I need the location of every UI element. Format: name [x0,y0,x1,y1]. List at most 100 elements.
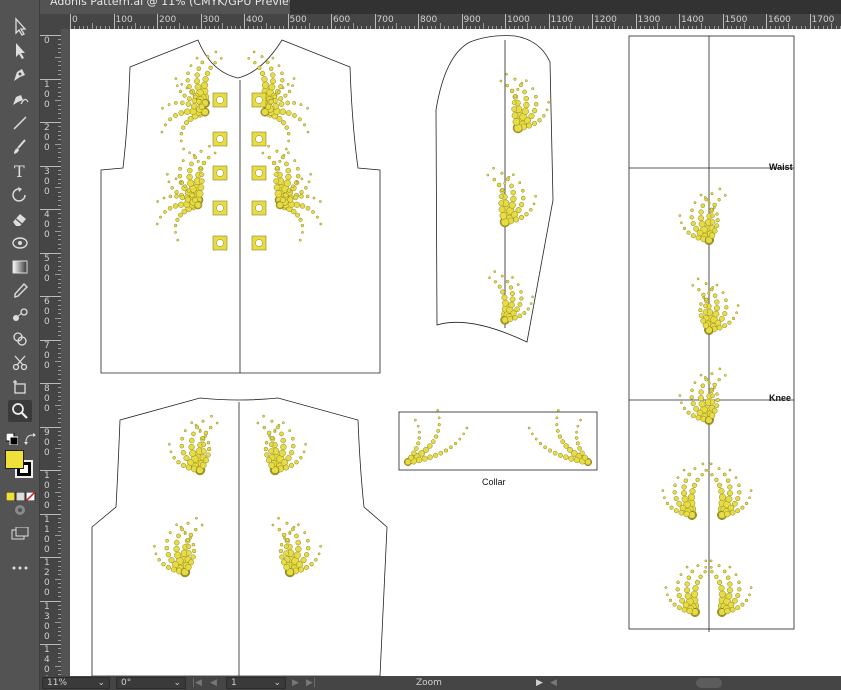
rhinestone[interactable] [500,188,505,192]
rhinestone[interactable] [531,295,534,299]
rhinestone[interactable] [516,283,520,286]
rhinestone[interactable] [303,531,307,535]
rhinestone[interactable] [168,442,171,446]
rhinestone[interactable] [183,120,190,126]
rhinestone[interactable] [279,108,287,115]
rhinestone[interactable] [700,203,706,208]
rhinestone[interactable] [695,414,702,421]
rhinestone[interactable] [302,450,306,454]
rhinestone[interactable] [519,296,524,301]
rhinestone[interactable] [511,112,519,119]
rhinestone[interactable] [267,144,270,148]
rhinestone[interactable] [304,442,307,446]
rhinestone[interactable] [697,288,701,292]
eyedropper-tool[interactable] [8,280,32,302]
rhinestone[interactable] [277,64,281,68]
rhinestone[interactable] [557,452,563,458]
rhinestone[interactable] [488,276,491,280]
rhinestone[interactable] [306,130,310,134]
rhinestone[interactable] [690,388,694,393]
rhinestone[interactable] [717,564,721,568]
rhinestone[interactable] [676,580,680,585]
rhinestone[interactable] [279,542,284,547]
rhinestone[interactable] [533,101,539,107]
rhinestone[interactable] [206,440,211,445]
rhinestone[interactable] [552,450,558,456]
rhinestone[interactable] [749,586,753,589]
rhinestone[interactable] [700,383,706,388]
rhinestone[interactable] [718,315,725,322]
rhinestone[interactable] [680,401,683,405]
rhinestone[interactable] [673,496,679,502]
rhinestone[interactable] [520,81,524,85]
rhinestone[interactable] [724,298,728,303]
rotate-tool[interactable] [8,184,32,206]
rhinestone[interactable] [712,386,716,390]
rhinestone[interactable] [709,559,713,563]
rhinestone[interactable] [281,532,287,538]
rhinestone[interactable] [518,181,522,185]
draw-mode-normal-icon[interactable] [5,486,16,502]
prev-artboard-icon[interactable]: ◀ [210,677,217,689]
rhinestone[interactable] [500,171,504,175]
rhinestone[interactable] [286,82,290,86]
rhinestone[interactable] [715,398,720,403]
rhinestone[interactable] [734,476,738,480]
rhinestone[interactable] [189,64,193,68]
rhinestone[interactable] [191,542,196,547]
rhinestone[interactable] [280,78,285,83]
stud-hole[interactable] [216,239,224,247]
rhinestone[interactable] [527,426,531,430]
rhinestone[interactable] [293,159,297,163]
rhinestone[interactable] [305,538,310,543]
rhinestone[interactable] [295,545,302,553]
rhinestone[interactable] [283,544,289,549]
gradient-tool[interactable] [8,256,32,278]
rhinestone[interactable] [725,592,733,600]
rhinestone[interactable] [270,419,274,423]
rhinestone[interactable] [196,159,200,163]
rhinestone[interactable] [706,469,710,472]
rhinestone[interactable] [556,429,560,433]
rhinestone[interactable] [702,309,709,315]
rhinestone[interactable] [686,230,691,235]
rhinestone[interactable] [505,279,510,284]
rhinestone[interactable] [523,101,530,109]
rhinestone[interactable] [722,323,728,329]
rhinestone[interactable] [208,144,211,148]
rhinestone[interactable] [725,575,731,580]
rhinestone[interactable] [547,448,553,453]
rhinestone[interactable] [703,196,707,199]
rhinestone[interactable] [531,432,534,436]
rhinestone[interactable] [177,173,183,179]
rhinestone[interactable] [493,280,497,284]
rhinestone[interactable] [416,424,420,428]
rhinestone[interactable] [279,554,285,560]
rhinestone[interactable] [707,380,711,384]
rhinestone[interactable] [247,57,251,60]
rhinestone[interactable] [189,449,197,457]
type-tool[interactable]: T [8,160,32,182]
rhinestone[interactable] [262,425,267,430]
rhinestone[interactable] [277,423,281,427]
rhinestone[interactable] [681,606,688,613]
rhinestone[interactable] [533,94,538,99]
rhinestone[interactable] [692,585,699,592]
rhinestone[interactable] [710,213,715,219]
more-tools-icon[interactable] [10,558,30,570]
rhinestone[interactable] [162,196,166,200]
rhinestone[interactable] [298,217,303,222]
rhinestone[interactable] [317,552,321,556]
rhinestone[interactable] [509,88,515,94]
rhinestone[interactable] [684,581,690,587]
rhinestone[interactable] [198,166,203,170]
rhinestone[interactable] [699,193,703,197]
vertical-ruler[interactable]: 0 1 0 0 2 0 0 3 0 0 4 0 0 5 0 0 6 0 0 7 0 0 8 0 … [40,29,61,676]
rhinestone[interactable] [261,76,268,83]
rhinestone[interactable] [281,421,285,425]
rhinestone[interactable] [737,490,742,495]
rhinestone[interactable] [678,214,682,217]
rhinestone[interactable] [735,496,741,502]
rhinestone[interactable] [285,538,290,542]
rhinestone[interactable] [178,110,185,116]
